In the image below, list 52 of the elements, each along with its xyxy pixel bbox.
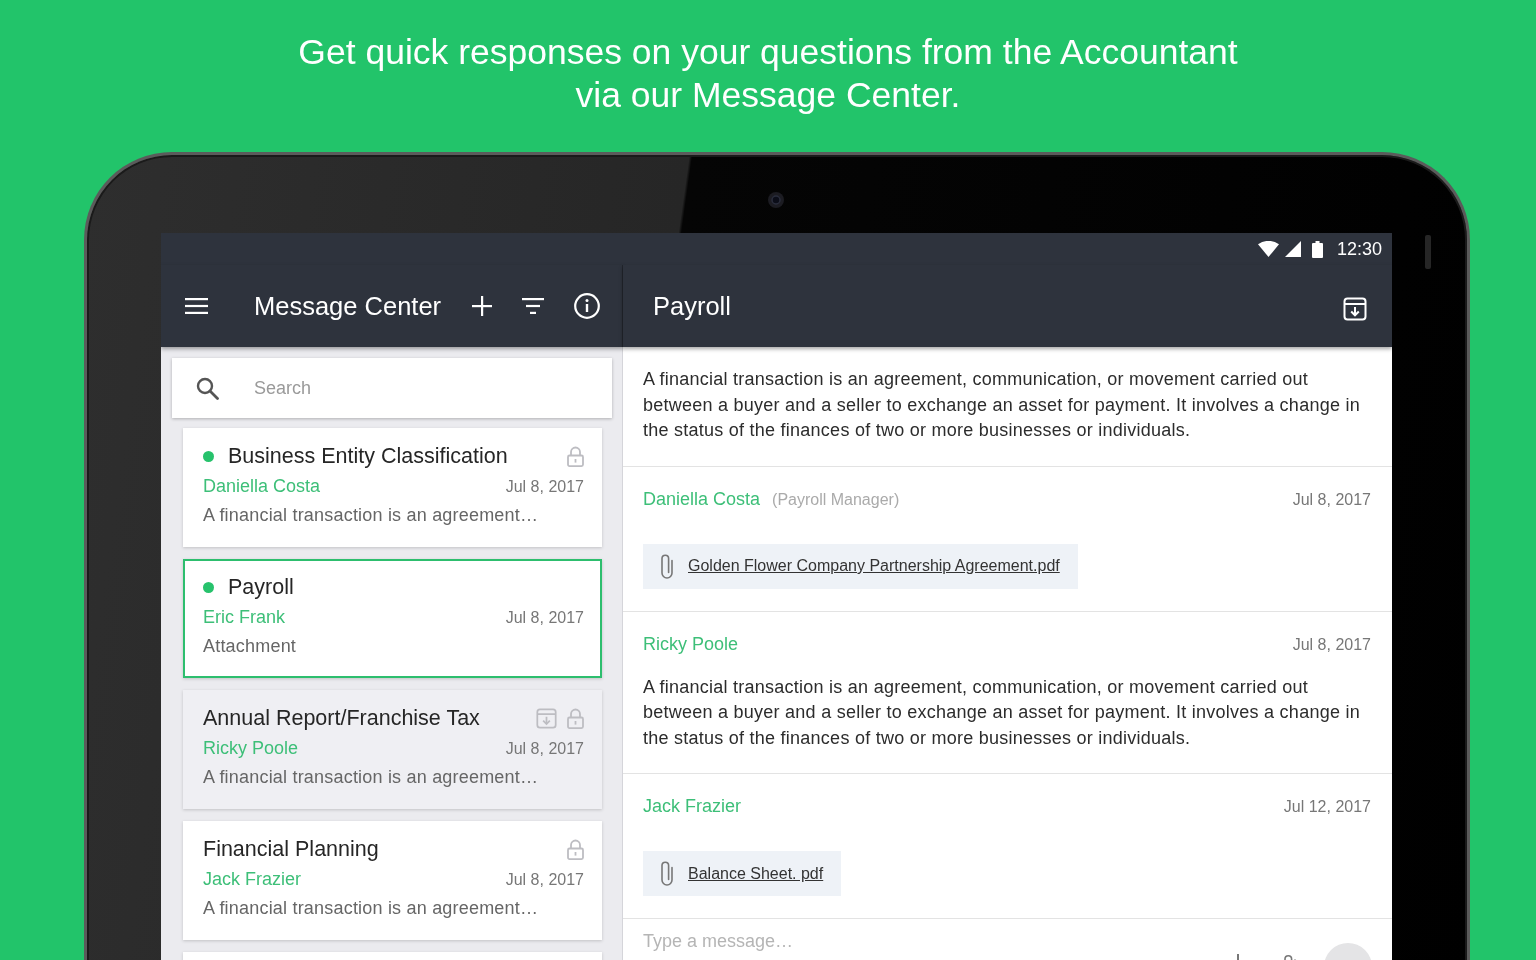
message-preview: A financial transaction is an agreement… — [203, 766, 540, 789]
message-preview: A financial transaction is an agreement… — [203, 897, 540, 920]
info-icon[interactable] — [574, 293, 600, 319]
message-preview: A financial transaction is an agreement… — [203, 504, 540, 527]
headline: Get quick responses on your questions from the Accountant via our Message Center. — [298, 31, 1238, 117]
attachment-link[interactable]: Balance Sheet. pdf — [688, 864, 824, 883]
sender-name: Jack Frazier — [643, 795, 741, 818]
sender-role: (Payroll Manager) — [772, 489, 900, 510]
conversation-card[interactable]: Financial Planning Jack Frazier Jul 8, 2017 A financial transaction is an agreement… — [183, 821, 602, 940]
battery-icon — [1311, 240, 1323, 258]
status-time: 12:30 — [1336, 238, 1382, 260]
conversation-card[interactable]: Annual Report/Franchise Tax Ricky Poole Jul 8, 2017 A financial transaction is an agreement… — [183, 690, 602, 809]
conversation-date: Jul 8, 2017 — [505, 870, 584, 889]
search-field[interactable]: Search — [172, 358, 612, 418]
sender-name: Ricky Poole — [643, 632, 739, 656]
message-date: Jul 12, 2017 — [1283, 797, 1371, 817]
search-icon — [196, 376, 219, 400]
paperclip-icon — [660, 552, 674, 580]
sender-name: Daniella Costa — [643, 487, 761, 511]
conversation-card[interactable]: Payroll Eric Frank Jul 8, 2017 Attachment — [183, 559, 602, 678]
thread-title: Payroll — [653, 291, 731, 321]
sender-name: Ricky Poole — [203, 738, 299, 759]
conversation-title: Payroll — [228, 575, 294, 600]
attachment-link[interactable]: Golden Flower Company Partnership Agreement.pdf — [688, 557, 1060, 575]
conversation-date: Jul 8, 2017 — [505, 477, 584, 496]
message-text: A financial transaction is an agreement, communication, or movement carried out between a buyer and a seller to exchange an asset for payment. It involves a change in the status of the finances of two or more businesses or individuals. — [643, 368, 1361, 442]
camera-icon — [768, 192, 784, 208]
signal-icon — [1284, 241, 1301, 257]
conversation-title: Annual Report/Franchise Tax — [203, 706, 480, 731]
message-preview: Attachment — [203, 635, 298, 658]
conversation-card[interactable]: Business Entity Classification Daniella Costa Jul 8, 2017 A financial transaction is an agreement… — [183, 428, 602, 547]
menu-icon[interactable] — [185, 298, 208, 314]
sender-name: Eric Frank — [203, 607, 285, 628]
attachment-chip[interactable]: Balance Sheet. pdf — [643, 851, 842, 896]
message-text: A financial transaction is an agreement, communication, or movement carried out between a buyer and a seller to exchange an asset for payment. It involves a change in the status of the finances of two or more businesses or individuals. — [643, 675, 1361, 750]
conversation-title: Business Entity Classification — [228, 444, 508, 469]
message-date: Jul 8, 2017 — [1292, 634, 1371, 655]
search-input[interactable]: Search — [254, 375, 598, 401]
filter-icon[interactable] — [522, 298, 544, 314]
message-input[interactable]: Type a message… — [643, 929, 1211, 953]
sender-name: Jack Frazier — [203, 869, 301, 890]
plus-icon[interactable] — [472, 296, 492, 316]
conversation-date: Jul 8, 2017 — [505, 739, 584, 758]
conversation-date: Jul 8, 2017 — [505, 608, 584, 627]
toolbar-title: Message Center — [254, 291, 442, 321]
hardware-key-icon — [1425, 235, 1431, 269]
message-date: Jul 8, 2017 — [1292, 489, 1371, 510]
conversation-title: Financial Planning — [203, 837, 379, 862]
paperclip-icon — [660, 860, 674, 887]
attachment-chip[interactable]: Golden Flower Company Partnership Agreement.pdf — [643, 543, 1078, 589]
sender-name: Daniella Costa — [203, 476, 321, 497]
wifi-icon — [1257, 241, 1279, 257]
